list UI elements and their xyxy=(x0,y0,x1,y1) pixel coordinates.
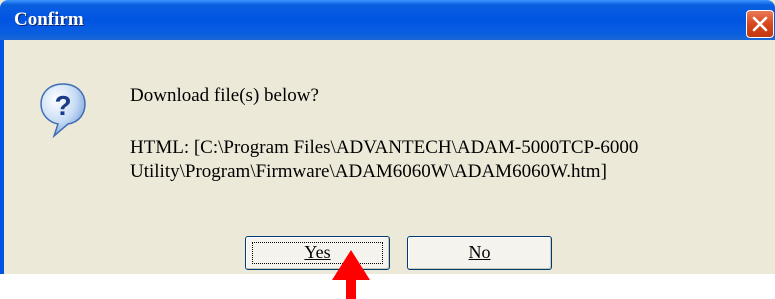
file-path-text: HTML: [C:\Program Files\ADVANTECH\ADAM-5… xyxy=(130,137,639,182)
yes-button-label: Yes xyxy=(304,242,331,262)
title-bar[interactable]: Confirm xyxy=(0,0,775,40)
question-icon: ? xyxy=(40,83,86,138)
dialog-title: Confirm xyxy=(14,9,84,30)
svg-text:?: ? xyxy=(54,90,71,121)
annotation-arrow xyxy=(332,250,370,299)
no-button[interactable]: No xyxy=(407,236,552,270)
close-button[interactable] xyxy=(746,10,774,38)
window-frame xyxy=(0,40,4,274)
confirm-message: Download file(s) below? xyxy=(130,85,319,106)
confirm-dialog: Confirm ? Download file(s) below? HTML: … xyxy=(0,0,775,274)
close-icon xyxy=(752,16,768,32)
no-button-label: No xyxy=(468,242,491,262)
